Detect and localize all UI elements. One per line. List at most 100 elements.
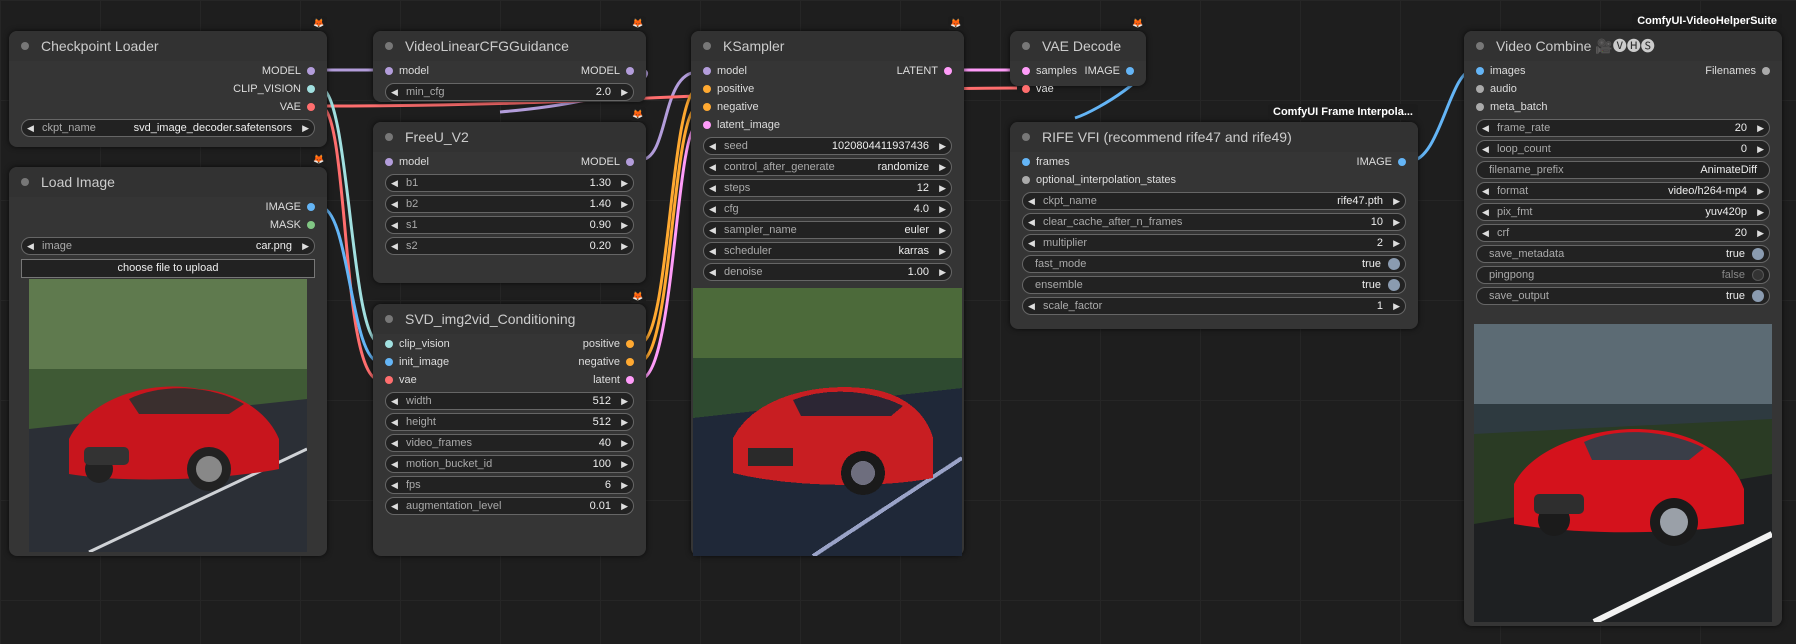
min-cfg-number[interactable]: ◀ min_cfg 2.0 ▶ (385, 83, 634, 101)
save-metadata-toggle[interactable]: save_metadata true (1476, 245, 1770, 263)
pingpong-toggle[interactable]: pingpong false (1476, 266, 1770, 284)
augmentation-number[interactable]: ◀ augmentation_level 0.01 ▶ (385, 497, 634, 515)
rife-ckpt-combo[interactable]: ◀ ckpt_name rife47.pth ▶ (1022, 192, 1406, 210)
scheduler-combo[interactable]: ◀ scheduler karras ▶ (703, 242, 952, 260)
arrow-left-icon[interactable]: ◀ (391, 477, 398, 493)
node-title[interactable]: SVD_img2vid_Conditioning (373, 304, 646, 334)
input-positive[interactable]: positive (703, 80, 754, 98)
collapse-dot[interactable] (1022, 42, 1030, 50)
steps-number[interactable]: ◀ steps 12 ▶ (703, 179, 952, 197)
arrow-left-icon[interactable]: ◀ (709, 159, 716, 175)
scale-factor-number[interactable]: ◀ scale_factor 1 ▶ (1022, 297, 1406, 315)
collapse-dot[interactable] (703, 42, 711, 50)
input-vae[interactable]: vae (385, 371, 417, 389)
seed-number[interactable]: ◀ seed 1020804411937436 ▶ (703, 137, 952, 155)
fast-mode-toggle[interactable]: fast_mode true (1022, 255, 1406, 273)
fps-number[interactable]: ◀ fps 6 ▶ (385, 476, 634, 494)
output-model[interactable]: MODEL (581, 62, 635, 80)
b2-number[interactable]: ◀ b2 1.40 ▶ (385, 195, 634, 213)
input-samples[interactable]: samples (1022, 62, 1077, 80)
arrow-left-icon[interactable]: ◀ (391, 217, 398, 233)
arrow-left-icon[interactable]: ◀ (709, 201, 716, 217)
output-latent[interactable]: latent (593, 371, 634, 389)
output-positive[interactable]: positive (583, 335, 635, 353)
input-frames[interactable]: frames (1022, 153, 1070, 171)
arrow-left-icon[interactable]: ◀ (391, 196, 398, 212)
arrow-right-icon[interactable]: ▶ (302, 120, 309, 136)
collapse-dot[interactable] (1476, 42, 1484, 50)
input-interpolation-states[interactable]: optional_interpolation_states (1022, 171, 1176, 189)
toggle-knob[interactable] (1388, 279, 1400, 291)
arrow-right-icon[interactable]: ▶ (1393, 193, 1400, 209)
video-combine-node[interactable]: ComfyUI-VideoHelperSuite Video Combine 🎥… (1464, 13, 1782, 626)
input-model[interactable]: model (385, 62, 429, 80)
s1-number[interactable]: ◀ s1 0.90 ▶ (385, 216, 634, 234)
arrow-right-icon[interactable]: ▶ (621, 217, 628, 233)
svd-conditioning-node[interactable]: 🦊 SVD_img2vid_Conditioning clip_vision po… (373, 289, 646, 556)
arrow-right-icon[interactable]: ▶ (621, 456, 628, 472)
arrow-right-icon[interactable]: ▶ (1393, 298, 1400, 314)
arrow-left-icon[interactable]: ◀ (709, 222, 716, 238)
input-latent-image[interactable]: latent_image (703, 116, 780, 134)
arrow-right-icon[interactable]: ▶ (621, 393, 628, 409)
output-latent[interactable]: LATENT (897, 62, 953, 80)
arrow-right-icon[interactable]: ▶ (939, 159, 946, 175)
arrow-right-icon[interactable]: ▶ (939, 264, 946, 280)
node-title[interactable]: KSampler (691, 31, 964, 61)
arrow-right-icon[interactable]: ▶ (939, 243, 946, 259)
arrow-left-icon[interactable]: ◀ (1482, 183, 1489, 199)
output-image[interactable]: IMAGE (1357, 153, 1407, 171)
collapse-dot[interactable] (21, 178, 29, 186)
arrow-right-icon[interactable]: ▶ (1393, 214, 1400, 230)
arrow-right-icon[interactable]: ▶ (621, 498, 628, 514)
input-meta-batch[interactable]: meta_batch (1476, 98, 1547, 116)
arrow-right-icon[interactable]: ▶ (1757, 225, 1764, 241)
checkpoint-loader-node[interactable]: 🦊 Checkpoint Loader MODEL CLIP_VISION VA… (9, 16, 327, 147)
arrow-right-icon[interactable]: ▶ (621, 238, 628, 254)
input-vae[interactable]: vae (1022, 80, 1054, 98)
output-model[interactable]: MODEL (581, 153, 635, 171)
node-title[interactable]: VideoLinearCFGGuidance (373, 31, 646, 61)
arrow-left-icon[interactable]: ◀ (709, 264, 716, 280)
arrow-left-icon[interactable]: ◀ (1028, 214, 1035, 230)
save-output-toggle[interactable]: save_output true (1476, 287, 1770, 305)
output-mask[interactable]: MASK (270, 216, 316, 234)
freeu-node[interactable]: 🦊 FreeU_V2 model MODEL ◀ b1 1.30 ▶ ◀ b2 1.40 ▶ … (373, 107, 646, 283)
ckpt-name-combo[interactable]: ◀ ckpt_name svd_image_decoder.safetensors ▶ (21, 119, 315, 137)
pix-fmt-combo[interactable]: ◀ pix_fmt yuv420p ▶ (1476, 203, 1770, 221)
arrow-right-icon[interactable]: ▶ (621, 477, 628, 493)
collapse-dot[interactable] (385, 133, 393, 141)
output-negative[interactable]: negative (578, 353, 634, 371)
sampler-name-combo[interactable]: ◀ sampler_name euler ▶ (703, 221, 952, 239)
rife-vfi-node[interactable]: ComfyUI Frame Interpola... RIFE VFI (rec… (1010, 104, 1418, 329)
arrow-right-icon[interactable]: ▶ (939, 180, 946, 196)
input-clip-vision[interactable]: clip_vision (385, 335, 450, 353)
arrow-left-icon[interactable]: ◀ (391, 414, 398, 430)
cfg-number[interactable]: ◀ cfg 4.0 ▶ (703, 200, 952, 218)
denoise-number[interactable]: ◀ denoise 1.00 ▶ (703, 263, 952, 281)
loop-count-number[interactable]: ◀ loop_count 0 ▶ (1476, 140, 1770, 158)
arrow-right-icon[interactable]: ▶ (1757, 183, 1764, 199)
arrow-left-icon[interactable]: ◀ (391, 238, 398, 254)
output-image[interactable]: IMAGE (266, 198, 316, 216)
cfg-guidance-node[interactable]: 🦊 VideoLinearCFGGuidance model MODEL ◀ min… (373, 16, 646, 102)
arrow-left-icon[interactable]: ◀ (391, 498, 398, 514)
control-after-generate-combo[interactable]: ◀ control_after_generate randomize ▶ (703, 158, 952, 176)
ensemble-toggle[interactable]: ensemble true (1022, 276, 1406, 294)
arrow-left-icon[interactable]: ◀ (1482, 141, 1489, 157)
arrow-left-icon[interactable]: ◀ (1482, 204, 1489, 220)
input-model[interactable]: model (385, 153, 429, 171)
clear-cache-number[interactable]: ◀ clear_cache_after_n_frames 10 ▶ (1022, 213, 1406, 231)
arrow-right-icon[interactable]: ▶ (621, 196, 628, 212)
arrow-left-icon[interactable]: ◀ (391, 393, 398, 409)
output-clip-vision[interactable]: CLIP_VISION (233, 80, 315, 98)
s2-number[interactable]: ◀ s2 0.20 ▶ (385, 237, 634, 255)
arrow-right-icon[interactable]: ▶ (1757, 204, 1764, 220)
input-audio[interactable]: audio (1476, 80, 1517, 98)
frame-rate-number[interactable]: ◀ frame_rate 20 ▶ (1476, 119, 1770, 137)
node-title[interactable]: Video Combine 🎥🅥🅗🅢 (1464, 31, 1782, 61)
arrow-right-icon[interactable]: ▶ (1757, 120, 1764, 136)
arrow-left-icon[interactable]: ◀ (709, 138, 716, 154)
node-title[interactable]: FreeU_V2 (373, 122, 646, 152)
height-number[interactable]: ◀ height 512 ▶ (385, 413, 634, 431)
